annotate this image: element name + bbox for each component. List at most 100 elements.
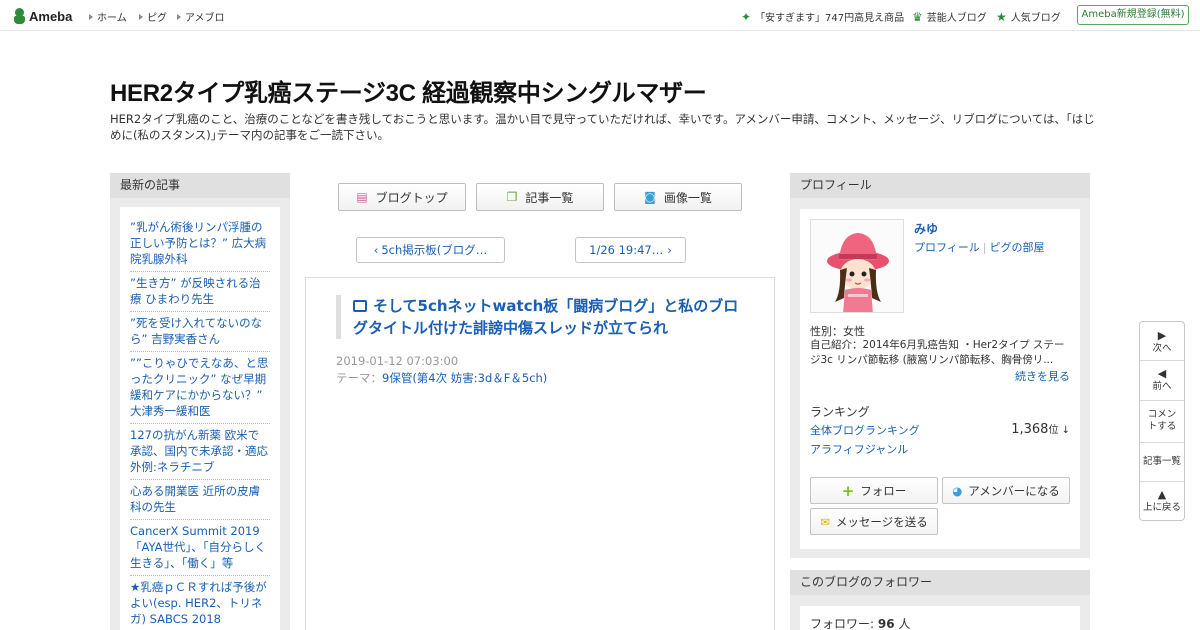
triangle-up-icon: ▲ (1157, 488, 1167, 501)
nav-pig-label: ピグ (147, 13, 167, 24)
recent-article-link[interactable]: ”生き方” が反映される治療 ひまわり先生 (130, 272, 270, 312)
play-right-icon: ▶ (1157, 329, 1167, 342)
genre-ranking-link[interactable]: アラフィフジャンル (810, 441, 908, 457)
global-header: Ameba ホーム ピグ アメブロ ✦ 「安すぎます」747円高見え商品 ♛ 芸能人… (0, 0, 1200, 31)
crown-icon: ♛ (912, 9, 923, 24)
camera-icon: ◙ (644, 190, 656, 204)
recent-articles-list: ”乳がん術後リンパ浮腫の正しい予防とは？” 広大病院乳腺外科 ”生き方” が反映… (120, 207, 280, 630)
blog-description: HER2タイプ乳癌のこと、治療のことなどを書き残しておこうと思います。温かい目で… (110, 112, 1095, 142)
recent-article-link[interactable]: ”死を受け入れてないのなら” 吉野実香さん (130, 312, 270, 352)
nav-ameblo-label: アメブロ (185, 13, 225, 24)
plus-icon: + (841, 481, 855, 500)
float-next-button[interactable]: ▶ 次へ (1140, 330, 1184, 355)
blog-title[interactable]: HER2タイプ乳癌ステージ3C 経過観察中シングルマザー (110, 73, 707, 108)
nav-home-label: ホーム (97, 13, 127, 24)
float-comment-label: コメントする (1147, 409, 1177, 432)
followers-label: フォロワー: (810, 617, 875, 630)
recent-article-link[interactable]: 127の抗がん新薬 欧米で承認、国内で未承認・適応外例:ネラチニブ (130, 424, 270, 480)
list-icon: ❐ (506, 190, 518, 204)
play-left-icon: ◀ (1157, 367, 1167, 380)
float-articles-button[interactable]: 記事一覧 (1140, 456, 1184, 468)
logo-text: Ameba (29, 8, 73, 24)
separator: | (982, 241, 987, 254)
read-more-link[interactable]: 続きを見る (1015, 368, 1070, 384)
divider (1140, 360, 1184, 361)
next-article-button[interactable]: 1/26 19:47… › (575, 237, 686, 263)
image-list-button[interactable]: ◙ 画像一覧 (614, 183, 742, 211)
celeb-blog-label: 芸能人ブログ (926, 13, 987, 24)
divider (1140, 481, 1184, 482)
profile-content: みゆ プロフィール | ピグの部屋 性別：女性 自己紹介：2014年6月乳癌告知 ・… (800, 209, 1080, 549)
follow-button[interactable]: + フォロー (810, 477, 938, 504)
promo-link[interactable]: ✦ 「安すぎます」747円高見え商品 (741, 9, 905, 25)
star-icon: ★ (996, 9, 1007, 24)
avatar[interactable] (810, 219, 904, 313)
float-next-label: 次へ (1152, 343, 1172, 354)
ranking-unit: 位 ↓ (1048, 425, 1070, 436)
blog-top-button[interactable]: ▤ ブログトップ (338, 183, 466, 211)
followers-panel: このブログのフォロワー フォロワー: 96 人 (790, 570, 1090, 630)
triangle-icon (139, 13, 143, 20)
next-article-label: 1/26 19:47… (589, 243, 664, 257)
recent-articles-panel: 最新の記事 ”乳がん術後リンパ浮腫の正しい予防とは？” 広大病院乳腺外科 ”生き… (110, 173, 290, 630)
article-header: そして5chネットwatch板「闘病ブログ」と私のブログタイトル付けた誹謗中傷ス… (336, 295, 746, 339)
profile-panel: プロフィール みゆ プロフィール | ピグの部屋 性別：女性 自己紹介：2014… (790, 173, 1090, 558)
article-title-text: そして5chネットwatch板「闘病ブログ」と私のブログタイトル付けた誹謗中傷ス… (353, 297, 739, 337)
article-theme: テーマ：9保管(第4次 妨害:3d＆F＆5ch) (336, 370, 547, 386)
register-button[interactable]: Ameba新規登録(無料) (1077, 5, 1189, 25)
nav-ameblo[interactable]: アメブロ (177, 9, 225, 24)
envelope-icon: ✉ (820, 514, 830, 529)
follow-label: フォロー (860, 483, 907, 498)
ranking-label: ランキング (810, 405, 870, 419)
recent-article-link[interactable]: ”乳がん術後リンパ浮腫の正しい予防とは？” 広大病院乳腺外科 (130, 216, 270, 272)
celeb-blog-link[interactable]: ♛ 芸能人ブログ (912, 9, 987, 25)
float-prev-button[interactable]: ◀ 前へ (1140, 368, 1184, 393)
float-top-button[interactable]: ▲ 上に戻る (1140, 489, 1184, 514)
floating-nav: ▶ 次へ ◀ 前へ コメントする 記事一覧 ▲ 上に戻る (1139, 321, 1185, 521)
float-articles-label: 記事一覧 (1142, 456, 1181, 467)
profile-link[interactable]: プロフィール (914, 241, 980, 254)
chevron-left-icon: ‹ (373, 243, 379, 257)
send-message-label: メッセージを送る (835, 514, 928, 529)
profile-intro: 自己紹介：2014年6月乳癌告知 ・Her2タイプ ステージ3c リンパ節転移 … (810, 339, 1065, 366)
profile-name[interactable]: みゆ (914, 220, 938, 237)
speech-bubble-icon: ◕ (952, 483, 963, 498)
ameba-logo[interactable]: Ameba (13, 7, 72, 25)
recent-article-link[interactable]: ★乳癌ｐＣＲすれば予後がよい(esp. HER2、トリネガ) SABCS 201… (130, 576, 270, 630)
promo-label: 「安すぎます」747円高見え商品 (755, 13, 905, 24)
avatar-illustration (811, 220, 903, 312)
triangle-icon (177, 13, 181, 20)
recent-articles-heading: 最新の記事 (110, 173, 290, 198)
divider (1140, 400, 1184, 401)
followers-heading: このブログのフォロワー (790, 570, 1090, 595)
ameba-leaf-icon (13, 8, 26, 24)
theme-link[interactable]: 9保管(第4次 妨害:3d＆F＆5ch) (382, 371, 547, 385)
recent-article-link[interactable]: 心ある開業医 近所の皮膚科の先生 (130, 480, 270, 520)
popular-blog-link[interactable]: ★ 人気ブログ (996, 9, 1061, 25)
recent-article-link[interactable]: ””こりゃひでえなあ、と思ったクリニック” なぜ早期緩和ケアにかからない？” 大… (130, 352, 270, 424)
article-title[interactable]: そして5chネットwatch板「闘病ブログ」と私のブログタイトル付けた誹謗中傷ス… (353, 295, 746, 339)
followers-unit: 人 (898, 617, 911, 630)
send-message-button[interactable]: ✉ メッセージを送る (810, 508, 938, 535)
reblog-icon (353, 300, 367, 312)
prev-article-label: 5ch掲示板(ブログ… (381, 243, 488, 257)
document-icon: ▤ (356, 190, 368, 204)
nav-pig[interactable]: ピグ (139, 9, 167, 24)
popular-blog-label: 人気ブログ (1010, 13, 1061, 24)
sparkle-icon: ✦ (741, 9, 752, 24)
triangle-icon (89, 13, 93, 20)
image-list-label: 画像一覧 (663, 190, 712, 205)
float-top-label: 上に戻る (1142, 502, 1181, 513)
article-list-button[interactable]: ❐ 記事一覧 (476, 183, 604, 211)
pig-room-link[interactable]: ピグの部屋 (990, 241, 1045, 254)
prev-article-button[interactable]: ‹ 5ch掲示板(ブログ… (356, 237, 505, 263)
float-comment-button[interactable]: コメントする (1140, 409, 1184, 433)
amember-label: アメンバーになる (968, 483, 1060, 498)
article-list-label: 記事一覧 (525, 190, 574, 205)
nav-home[interactable]: ホーム (89, 9, 127, 24)
recent-article-link[interactable]: CancerX Summit 2019 「AYA世代」、「自分らしく生きる」、「… (130, 520, 270, 576)
blog-top-label: ブログトップ (375, 190, 448, 205)
overall-ranking-link[interactable]: 全体ブログランキング (810, 422, 920, 438)
followers-count: 96 (877, 617, 895, 630)
amember-button[interactable]: ◕ アメンバーになる (942, 477, 1070, 504)
